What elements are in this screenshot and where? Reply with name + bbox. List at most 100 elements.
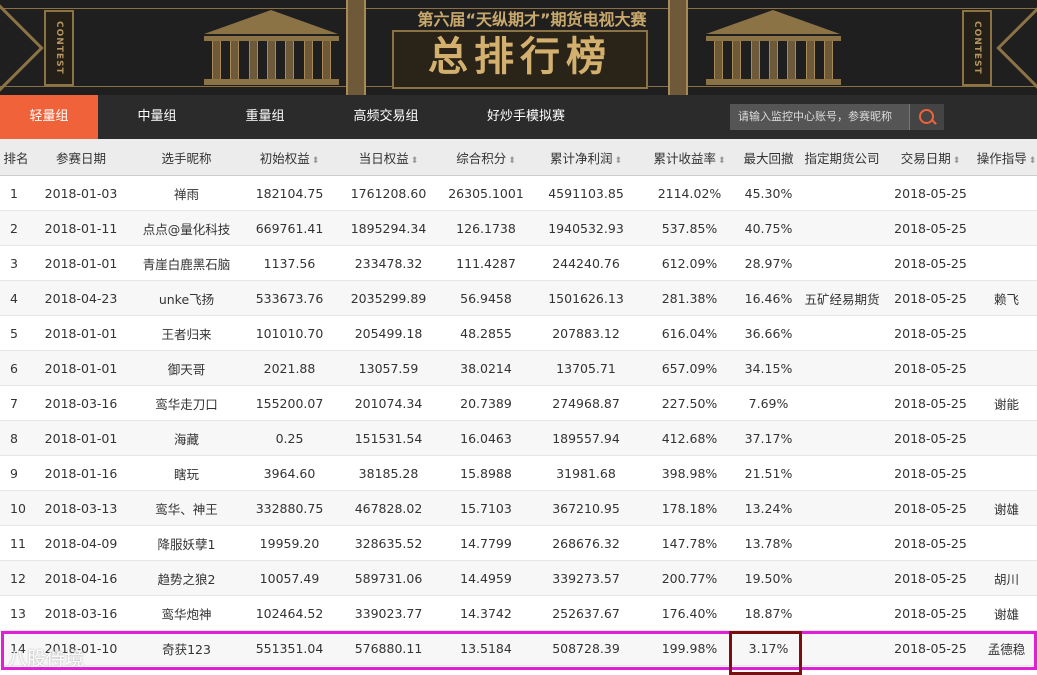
table-cell: 2018-04-23: [32, 280, 130, 316]
column-header-label: 操作指导: [976, 150, 1027, 166]
table-cell: 2018-03-16: [32, 595, 130, 631]
table-cell: 176.40%: [641, 595, 738, 631]
table-cell: 2018-01-01: [32, 315, 130, 351]
table-cell: 1137.56: [243, 245, 336, 281]
column-header-label: 交易日期: [900, 150, 951, 166]
table-cell: 657.09%: [641, 350, 738, 386]
column-header: 选手昵称: [130, 139, 243, 176]
table-cell: 2018-04-16: [32, 560, 130, 596]
table-cell: 7: [0, 385, 32, 421]
table-cell: 21.51%: [738, 455, 799, 491]
table-cell: 3.17%: [738, 630, 799, 666]
column-header-label: 指定期货公司: [804, 150, 880, 166]
table-cell: 2018-05-25: [885, 280, 976, 316]
table-cell: 王者归来: [130, 315, 243, 351]
column-header[interactable]: 累计收益率 ⬍: [641, 139, 738, 176]
search-input[interactable]: 请输入监控中心账号，参赛昵称: [738, 104, 892, 130]
table-cell: 2018-05-25: [885, 560, 976, 596]
column-header[interactable]: 综合积分 ⬍: [441, 139, 531, 176]
table-cell: 14: [0, 630, 32, 666]
table-row[interactable]: 9 2018-01-16 瞎玩 3964.60 38185.28 15.8988 31981…: [0, 455, 1037, 491]
table-row[interactable]: 12 2018-04-16 趋势之狼2 10057.49 589731.06 14.495…: [0, 560, 1037, 596]
column-header[interactable]: 操作指导 ⬍: [976, 139, 1037, 176]
table-cell: 点点@量化科技: [130, 210, 243, 246]
table-cell: 谢雄: [976, 490, 1037, 526]
table-cell: 2018-01-16: [32, 455, 130, 491]
table-cell: 1501626.13: [531, 280, 641, 316]
table-cell: 20.7389: [441, 385, 531, 421]
sort-icon[interactable]: ⬍: [411, 156, 419, 166]
table-cell: 200.77%: [641, 560, 738, 596]
table-cell: [799, 525, 885, 561]
table-cell: 10: [0, 490, 32, 526]
table-cell: 孟德稳: [976, 630, 1037, 666]
sort-icon[interactable]: ⬍: [508, 156, 516, 166]
table-cell: 199.98%: [641, 630, 738, 666]
table-row[interactable]: 7 2018-03-16 鸾华走刀口 155200.07 201074.34 20.738…: [0, 385, 1037, 421]
table-row[interactable]: 10 2018-03-13 鸾华、神王 332880.75 467828.02 15.71…: [0, 490, 1037, 526]
search-button[interactable]: [909, 104, 944, 130]
column-header[interactable]: 交易日期 ⬍: [885, 139, 976, 176]
contest-banner: CONTEST CONTEST 第六届“天纵期才”期货电视大赛 总排行榜: [0, 0, 1037, 95]
tab-light-group[interactable]: 轻量组: [0, 95, 98, 139]
table-cell: [976, 245, 1037, 281]
tab-heavy-group[interactable]: 重量组: [226, 95, 304, 139]
table-cell: 8: [0, 420, 32, 456]
banner-title: 总排行榜: [428, 34, 612, 80]
sort-icon[interactable]: ⬍: [1029, 156, 1037, 166]
table-cell: 56.9458: [441, 280, 531, 316]
column-header[interactable]: 当日权益 ⬍: [336, 139, 441, 176]
table-cell: 鸾华、神王: [130, 490, 243, 526]
table-cell: 34.15%: [738, 350, 799, 386]
table-row[interactable]: 2 2018-01-11 点点@量化科技 669761.41 1895294.34 126…: [0, 210, 1037, 246]
table-row[interactable]: 13 2018-03-16 鸾华炮神 102464.52 339023.77 14.374…: [0, 595, 1037, 631]
table-row[interactable]: 1 2018-01-03 禅雨 182104.75 1761208.60 26305.10…: [0, 175, 1037, 211]
table-cell: 赖飞: [976, 280, 1037, 316]
table-cell: 19959.20: [243, 525, 336, 561]
table-cell: 101010.70: [243, 315, 336, 351]
column-header[interactable]: 累计净利润 ⬍: [531, 139, 641, 176]
table-cell: 2018-01-01: [32, 350, 130, 386]
table-cell: 102464.52: [243, 595, 336, 631]
table-row[interactable]: 5 2018-01-01 王者归来 101010.70 205499.18 48.2855…: [0, 315, 1037, 351]
contest-badge-right: CONTEST: [962, 10, 992, 86]
table-cell: 五矿经易期货: [799, 280, 885, 316]
table-cell: 2018-05-25: [885, 350, 976, 386]
table-cell: 2018-05-25: [885, 455, 976, 491]
table-cell: [976, 315, 1037, 351]
column-header-label: 累计收益率: [653, 150, 716, 166]
table-cell: 鸾华炮神: [130, 595, 243, 631]
table-cell: 412.68%: [641, 420, 738, 456]
table-row[interactable]: 14 2018-01-10 奇获123 551351.04 576880.11 13.51…: [0, 630, 1037, 666]
table-cell: 0.25: [243, 420, 336, 456]
contest-badge-left: CONTEST: [44, 10, 74, 86]
table-cell: 281.38%: [641, 280, 738, 316]
table-cell: 147.78%: [641, 525, 738, 561]
table-row[interactable]: 6 2018-01-01 御天哥 2021.88 13057.59 38.0214 1370…: [0, 350, 1037, 386]
sort-icon[interactable]: ⬍: [614, 156, 622, 166]
sort-icon[interactable]: ⬍: [718, 156, 726, 166]
table-cell: 45.30%: [738, 175, 799, 211]
column-header[interactable]: 初始权益 ⬍: [243, 139, 336, 176]
tab-simulation-contest[interactable]: 好炒手模拟赛: [476, 95, 576, 139]
table-cell: 339023.77: [336, 595, 441, 631]
table-row[interactable]: 8 2018-01-01 海藏 0.25 151531.54 16.0463 189557.…: [0, 420, 1037, 456]
table-cell: 367210.95: [531, 490, 641, 526]
table-cell: [976, 350, 1037, 386]
search-box[interactable]: 请输入监控中心账号，参赛昵称: [730, 104, 944, 130]
table-cell: 38185.28: [336, 455, 441, 491]
table-cell: 趋势之狼2: [130, 560, 243, 596]
tab-hft-group[interactable]: 高频交易组: [342, 95, 430, 139]
table-cell: 233478.32: [336, 245, 441, 281]
table-row[interactable]: 4 2018-04-23 unke飞扬 533673.76 2035299.89 56.9…: [0, 280, 1037, 316]
table-row[interactable]: 3 2018-01-01 青崖白鹿黑石脑 1137.56 233478.32 111.42…: [0, 245, 1037, 281]
table-cell: 1940532.93: [531, 210, 641, 246]
table-row[interactable]: 11 2018-04-09 降服妖孽1 19959.20 328635.52 14.779…: [0, 525, 1037, 561]
tab-medium-group[interactable]: 中量组: [118, 95, 196, 139]
sort-icon[interactable]: ⬍: [953, 156, 961, 166]
column-header-label: 最大回撤: [743, 150, 794, 166]
sort-icon[interactable]: ⬍: [312, 156, 320, 166]
table-cell: 155200.07: [243, 385, 336, 421]
table-cell: 37.17%: [738, 420, 799, 456]
table-cell: 48.2855: [441, 315, 531, 351]
